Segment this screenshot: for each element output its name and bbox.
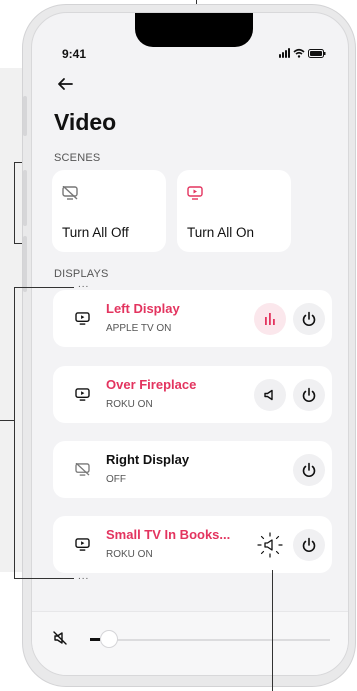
display-row-small-tv[interactable]: Small TV In Books... ROKU ON xyxy=(53,516,332,573)
tv-play-icon xyxy=(75,388,90,401)
status-time: 9:41 xyxy=(62,47,87,61)
tv-play-icon xyxy=(187,186,203,200)
power-button[interactable] xyxy=(293,529,325,561)
power-button[interactable] xyxy=(293,303,325,335)
display-row-over-fireplace[interactable]: Over Fireplace ROKU ON xyxy=(53,366,332,423)
tv-off-icon xyxy=(62,186,78,200)
page-title: Video xyxy=(54,109,117,135)
power-icon xyxy=(302,311,316,327)
annotation-dots: ... xyxy=(78,571,90,582)
signal-icon xyxy=(279,48,290,58)
tv-play-icon xyxy=(75,312,90,325)
volume-icon xyxy=(264,389,273,401)
volume-slider-thumb[interactable] xyxy=(99,630,118,648)
volume-active-icon xyxy=(257,532,283,558)
display-row-left-display[interactable]: Left Display APPLE TV ON xyxy=(53,290,332,347)
display-name: Left Display xyxy=(106,301,180,316)
display-name: Over Fireplace xyxy=(106,377,197,392)
side-button xyxy=(23,236,27,292)
status-icons xyxy=(279,48,326,58)
scene-turn-all-off[interactable]: Turn All Off xyxy=(52,170,166,252)
scene-label: Turn All On xyxy=(187,225,255,240)
power-icon xyxy=(302,462,316,478)
back-arrow-icon[interactable] xyxy=(56,77,74,91)
callout-line-bottom xyxy=(272,570,273,691)
callout-bracket-displays xyxy=(14,287,15,578)
display-status: APPLE TV ON xyxy=(106,323,172,334)
side-button xyxy=(23,96,27,136)
side-button xyxy=(23,170,27,226)
tv-off-icon xyxy=(75,463,90,476)
equalizer-button[interactable] xyxy=(254,303,286,335)
notch xyxy=(135,13,253,47)
annotation-dots: ... xyxy=(78,279,90,290)
volume-button[interactable] xyxy=(254,529,286,561)
display-name: Small TV In Books... xyxy=(106,527,231,542)
volume-button[interactable] xyxy=(254,379,286,411)
mute-icon[interactable] xyxy=(52,630,68,646)
volume-bar xyxy=(32,611,348,675)
battery-icon xyxy=(308,49,326,58)
power-icon xyxy=(302,387,316,403)
power-icon xyxy=(302,537,316,553)
display-status: ROKU ON xyxy=(106,549,153,560)
wifi-icon xyxy=(293,48,305,58)
display-name: Right Display xyxy=(106,452,190,467)
power-button[interactable] xyxy=(293,454,325,486)
display-status: OFF xyxy=(106,474,126,485)
tv-play-icon xyxy=(75,538,90,551)
display-status: ROKU ON xyxy=(106,399,153,410)
scene-turn-all-on[interactable]: Turn All On xyxy=(177,170,291,252)
scene-label: Turn All Off xyxy=(62,225,129,240)
display-row-right-display[interactable]: Right Display OFF xyxy=(53,441,332,498)
scenes-heading: SCENES xyxy=(54,152,101,164)
equalizer-icon xyxy=(265,313,275,325)
volume-slider-track[interactable] xyxy=(90,639,330,641)
power-button[interactable] xyxy=(293,379,325,411)
volume-slider-fill xyxy=(90,638,100,641)
